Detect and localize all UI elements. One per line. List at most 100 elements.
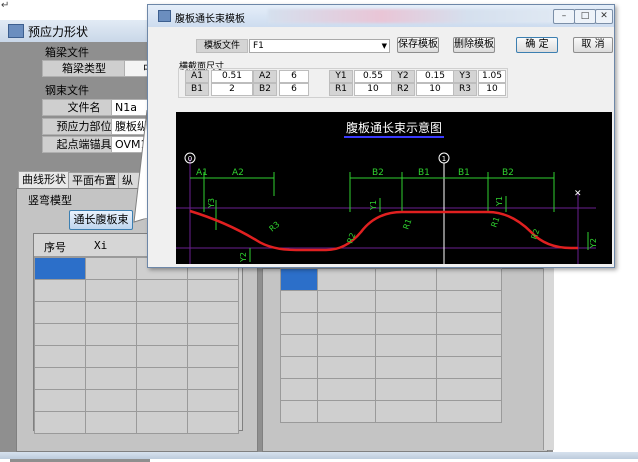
box-beam-section-label: 箱梁文件	[45, 46, 89, 59]
chevron-down-icon: ▼	[381, 42, 387, 50]
param-input-r3[interactable]: 10	[478, 83, 506, 96]
param-input-b1[interactable]: 2	[211, 83, 253, 96]
table-cell[interactable]	[317, 290, 376, 313]
tab-vertical[interactable]: 纵	[118, 172, 142, 189]
tendon-curve	[189, 209, 578, 252]
table-cell[interactable]	[187, 301, 239, 324]
table-cell[interactable]	[317, 268, 376, 291]
table-cell[interactable]	[136, 389, 188, 412]
delete-template-button[interactable]: 删除模板	[453, 37, 495, 53]
table-cell[interactable]	[317, 334, 376, 357]
param-label-y1: Y1	[329, 70, 353, 83]
maximize-button[interactable]: □	[574, 9, 596, 24]
table-cell[interactable]	[280, 378, 318, 401]
table-cell[interactable]	[34, 389, 86, 412]
table-cell[interactable]	[375, 334, 437, 357]
table-cell[interactable]	[34, 367, 86, 390]
table-cell[interactable]	[34, 279, 86, 302]
bg-window-title: 预应力形状	[28, 25, 89, 39]
table-cell[interactable]	[375, 400, 437, 423]
table-cell[interactable]	[375, 290, 437, 313]
table-cell[interactable]	[436, 400, 502, 423]
table-cell[interactable]	[187, 367, 239, 390]
table-cell[interactable]	[375, 268, 437, 291]
table-cell[interactable]	[436, 334, 502, 357]
table-cell[interactable]	[136, 345, 188, 368]
box-type-label: 箱梁类型	[42, 60, 126, 77]
right-scrollbar[interactable]	[543, 268, 554, 450]
param-input-a2[interactable]: 6	[279, 70, 309, 83]
minimize-button[interactable]: –	[553, 9, 575, 24]
table-cell[interactable]	[34, 411, 86, 434]
cancel-button[interactable]: 取 消	[573, 37, 613, 53]
table-cell[interactable]	[317, 312, 376, 335]
param-input-r1[interactable]: 10	[354, 83, 392, 96]
table-cell[interactable]	[85, 367, 137, 390]
table-row	[34, 301, 239, 324]
table-cell[interactable]	[187, 323, 239, 346]
table-cell[interactable]	[85, 411, 137, 434]
table-cell[interactable]	[34, 345, 86, 368]
template-file-select[interactable]: F1 ▼	[249, 39, 390, 53]
tendon-diagram: 腹板通长束示意图 0 1 A1 A2 B2 B1 B1 B2 Y3 Y1 Y1 …	[176, 120, 598, 264]
radius-r3: R3	[268, 220, 282, 234]
param-input-r2[interactable]: 10	[416, 83, 454, 96]
table-cell[interactable]	[280, 312, 318, 335]
radius-r2-left: R2	[345, 232, 357, 245]
table-cell[interactable]	[436, 356, 502, 379]
table-cell[interactable]	[280, 356, 318, 379]
table-cell[interactable]	[85, 389, 137, 412]
table-cell[interactable]	[187, 345, 239, 368]
template-file-label: 模板文件	[196, 39, 248, 53]
web-full-length-template-button[interactable]: 通长腹板束	[69, 210, 133, 230]
param-input-b2[interactable]: 6	[279, 83, 309, 96]
param-input-y3[interactable]: 1.05	[478, 70, 506, 83]
table-cell[interactable]	[136, 279, 188, 302]
table-cell[interactable]	[187, 411, 239, 434]
table-cell[interactable]	[280, 400, 318, 423]
table-cell[interactable]	[34, 301, 86, 324]
table-cell[interactable]	[136, 411, 188, 434]
table-cell[interactable]	[375, 378, 437, 401]
param-input-y2[interactable]: 0.15	[416, 70, 454, 83]
table-row	[34, 389, 239, 412]
table-cell[interactable]	[187, 279, 239, 302]
table-cell[interactable]	[436, 378, 502, 401]
table-cell[interactable]	[85, 279, 137, 302]
table-cell[interactable]	[436, 290, 502, 313]
table-cell[interactable]	[317, 356, 376, 379]
param-input-a1[interactable]: 0.51	[211, 70, 253, 83]
table-cell[interactable]	[280, 290, 318, 313]
param-input-y1[interactable]: 0.55	[354, 70, 392, 83]
tab-curve-shape[interactable]: 曲线形状	[18, 171, 70, 188]
table-cell[interactable]	[85, 257, 137, 280]
table-cell[interactable]	[85, 323, 137, 346]
table-cell[interactable]	[136, 301, 188, 324]
table-cell[interactable]	[136, 367, 188, 390]
table-cell[interactable]	[436, 268, 502, 291]
table-cell[interactable]	[375, 356, 437, 379]
corner-mark: ↵	[1, 0, 10, 11]
dim-y1-right: Y1	[495, 196, 504, 207]
close-button[interactable]: ✕	[595, 9, 613, 24]
ok-button[interactable]: 确 定	[516, 37, 558, 53]
table-cell[interactable]	[317, 378, 376, 401]
selected-cell[interactable]	[34, 257, 86, 280]
table-cell[interactable]	[317, 400, 376, 423]
table-cell[interactable]	[375, 312, 437, 335]
table-cell[interactable]	[280, 334, 318, 357]
table-cell[interactable]	[136, 323, 188, 346]
dim-b1-left: B1	[418, 168, 430, 178]
table-cell[interactable]	[436, 312, 502, 335]
selected-cell[interactable]	[280, 268, 318, 291]
table-row	[280, 290, 502, 313]
dialog-title-bar: 腹板通长束模板 – □ ✕	[148, 5, 614, 27]
tab-plane-layout[interactable]: 平面布置	[68, 172, 120, 189]
param-label-b1: B1	[185, 83, 209, 96]
table-cell[interactable]	[187, 389, 239, 412]
save-template-button[interactable]: 保存模板	[397, 37, 439, 53]
table-cell[interactable]	[85, 301, 137, 324]
dim-b1-right: B1	[458, 168, 470, 178]
table-cell[interactable]	[85, 345, 137, 368]
table-cell[interactable]	[34, 323, 86, 346]
